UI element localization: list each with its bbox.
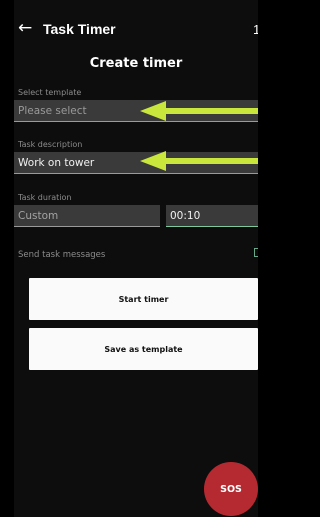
annotation-arrow-icon	[140, 101, 258, 121]
template-placeholder: Please select	[18, 105, 87, 117]
send-messages-label: Send task messages	[18, 250, 106, 260]
top-right-text: 1	[253, 22, 258, 37]
annotation-arrow-icon	[140, 151, 258, 171]
save-template-label: Save as template	[104, 344, 183, 354]
send-messages-checkbox[interactable]	[254, 248, 258, 257]
sos-label: SOS	[220, 483, 242, 495]
sos-button[interactable]: SOS	[204, 462, 258, 516]
screen-title: Create timer	[89, 56, 183, 71]
app-screen: ← Task Timer 1 Create timer Select templ…	[14, 0, 258, 517]
duration-mode-select[interactable]: Custom	[14, 205, 160, 227]
app-title: Task Timer	[43, 21, 116, 37]
duration-mode-value: Custom	[18, 210, 59, 222]
back-arrow-icon[interactable]: ←	[18, 18, 32, 38]
description-label: Task description	[18, 140, 83, 149]
save-template-button[interactable]: Save as template	[29, 328, 258, 370]
description-value: Work on tower	[18, 157, 95, 169]
duration-time-value: 00:10	[170, 210, 201, 222]
duration-time-input[interactable]: 00:10	[166, 205, 258, 227]
start-timer-button[interactable]: Start timer	[29, 278, 258, 320]
template-label: Select template	[18, 88, 82, 97]
duration-label: Task duration	[18, 193, 72, 202]
start-timer-label: Start timer	[118, 294, 169, 304]
